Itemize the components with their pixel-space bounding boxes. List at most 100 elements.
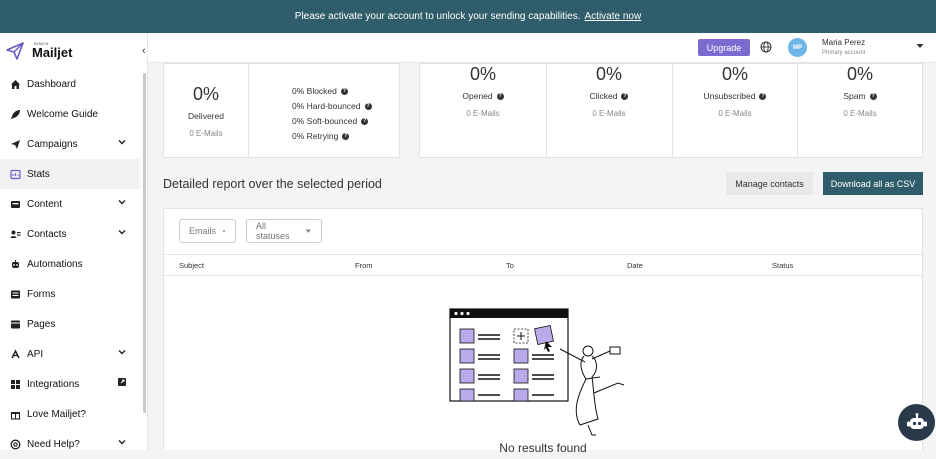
help-icon[interactable]: ? bbox=[621, 92, 629, 100]
home-icon bbox=[9, 78, 21, 90]
sidebar-item-api[interactable]: API bbox=[0, 339, 140, 369]
unsubscribed-percent: 0% bbox=[721, 64, 748, 84]
contacts-icon bbox=[9, 228, 21, 240]
sidebar-item-label: Pages bbox=[27, 318, 56, 330]
opened-label: Opened bbox=[462, 91, 493, 101]
sidebar-item-label: Content bbox=[27, 198, 63, 210]
unsubscribed-label: Unsubscribed bbox=[703, 91, 756, 101]
sidebar-item-label: Need Help? bbox=[27, 438, 80, 450]
mailjet-logo[interactable]: SINCH Mailjet bbox=[6, 41, 72, 60]
activate-now-link[interactable]: Activate now bbox=[585, 11, 642, 22]
unsubscribed-stat: 0% Unsubscribed? 0 E-Mails bbox=[672, 64, 798, 118]
avatar[interactable]: MP bbox=[788, 38, 807, 57]
sidebar-item-content[interactable]: Content bbox=[0, 189, 140, 219]
column-date[interactable]: Date bbox=[627, 261, 643, 270]
help-icon[interactable]: ? bbox=[342, 133, 350, 140]
engagement-card: 0% Opened? 0 E-Mails 0% Clicked? 0 E-Mai… bbox=[419, 63, 923, 158]
collapse-sidebar-icon[interactable]: ‹ bbox=[142, 45, 146, 57]
opened-percent: 0% bbox=[469, 64, 496, 84]
banner-text: Please activate your account to unlock y… bbox=[294, 11, 581, 22]
chevron-down-icon bbox=[118, 440, 126, 445]
column-to[interactable]: To bbox=[506, 261, 514, 270]
spam-count: 0 E-Mails bbox=[843, 109, 877, 118]
help-icon[interactable]: ? bbox=[340, 88, 348, 95]
chatbot-button[interactable] bbox=[898, 404, 935, 441]
delivered-stat: 0% Delivered 0 E-Mails bbox=[164, 84, 248, 138]
opened-count: 0 E-Mails bbox=[466, 109, 500, 118]
sidebar-item-need-help[interactable]: Need Help? bbox=[0, 429, 140, 459]
sidebar-item-label: Welcome Guide bbox=[27, 108, 98, 120]
help-icon[interactable]: ? bbox=[496, 92, 504, 100]
paper-plane-icon bbox=[9, 138, 21, 150]
help-icon[interactable]: ? bbox=[869, 92, 877, 100]
clicked-stat: 0% Clicked? 0 E-Mails bbox=[546, 64, 672, 118]
caret-down-icon bbox=[305, 229, 312, 233]
sidebar-scrollbar[interactable] bbox=[143, 73, 146, 413]
logo-sinch: SINCH bbox=[34, 41, 49, 46]
column-status[interactable]: Status bbox=[772, 261, 793, 270]
user-name[interactable]: Maria Perez bbox=[822, 38, 865, 47]
sidebar-item-love-mailjet[interactable]: Love Mailjet? bbox=[0, 399, 140, 429]
help-icon[interactable]: ? bbox=[361, 118, 369, 125]
manage-contacts-button[interactable]: Manage contacts bbox=[726, 172, 813, 195]
column-from[interactable]: From bbox=[355, 261, 373, 270]
content-icon bbox=[9, 198, 21, 210]
sidebar-item-campaigns[interactable]: Campaigns bbox=[0, 129, 140, 159]
spam-label: Spam bbox=[843, 91, 866, 101]
upgrade-button[interactable]: Upgrade bbox=[698, 39, 750, 56]
spam-stat: 0% Spam? 0 E-Mails bbox=[797, 64, 923, 118]
unsubscribed-count: 0 E-Mails bbox=[718, 109, 752, 118]
help-icon bbox=[9, 438, 21, 450]
automation-icon bbox=[9, 258, 21, 270]
stats-icon bbox=[9, 168, 21, 180]
paper-plane-logo-icon bbox=[6, 41, 24, 60]
sidebar-item-pages[interactable]: Pages bbox=[0, 309, 140, 339]
table-header: Subject From To Date Status bbox=[164, 254, 922, 276]
delivery-breakdown: 0% Blocked? 0% Hard-bounced? 0% Soft-bou… bbox=[292, 84, 372, 144]
sidebar-item-label: Automations bbox=[27, 258, 83, 270]
top-bar: Upgrade MP Maria Perez Primary account bbox=[148, 33, 936, 63]
delivered-label: Delivered bbox=[188, 111, 224, 121]
statuses-filter-label: All statuses bbox=[256, 221, 290, 241]
sidebar-item-forms[interactable]: Forms bbox=[0, 279, 140, 309]
clicked-percent: 0% bbox=[595, 64, 622, 84]
chevron-down-icon bbox=[118, 200, 126, 205]
globe-icon[interactable] bbox=[760, 41, 772, 53]
integrations-icon bbox=[9, 378, 21, 390]
download-csv-button[interactable]: Download all as CSV bbox=[823, 172, 923, 195]
no-results-text: No results found bbox=[499, 441, 587, 455]
report-title: Detailed report over the selected period bbox=[163, 177, 382, 191]
api-icon bbox=[9, 348, 21, 360]
sidebar-item-contacts[interactable]: Contacts bbox=[0, 219, 140, 249]
statuses-filter[interactable]: All statuses bbox=[246, 219, 322, 243]
sidebar-item-integrations[interactable]: Integrations bbox=[0, 369, 140, 399]
help-icon[interactable]: ? bbox=[364, 103, 372, 110]
emails-filter[interactable]: Emails bbox=[179, 219, 236, 243]
sidebar-item-dashboard[interactable]: Dashboard bbox=[0, 69, 140, 99]
clicked-label: Clicked bbox=[589, 91, 618, 101]
account-caret-icon[interactable] bbox=[916, 43, 924, 49]
sidebar-item-label: Love Mailjet? bbox=[27, 408, 86, 420]
empty-state-illustration bbox=[449, 308, 625, 436]
pages-icon bbox=[9, 318, 21, 330]
chevron-down-icon bbox=[118, 140, 126, 145]
report-panel: Emails All statuses Subject From To Date… bbox=[163, 208, 923, 455]
sidebar-item-label: Campaigns bbox=[27, 138, 78, 150]
emails-filter-label: Emails bbox=[189, 226, 217, 236]
sidebar-item-label: API bbox=[27, 348, 44, 360]
sidebar-item-label: Integrations bbox=[27, 378, 80, 390]
delivered-card: 0% Delivered 0 E-Mails 0% Blocked? 0% Ha… bbox=[163, 63, 400, 158]
chevron-down-icon bbox=[118, 350, 126, 355]
forms-icon bbox=[9, 288, 21, 300]
sidebar-item-welcome-guide[interactable]: Welcome Guide bbox=[0, 99, 140, 129]
column-subject[interactable]: Subject bbox=[179, 261, 204, 270]
chevron-down-icon bbox=[118, 230, 126, 235]
blocked-rate: 0% Blocked bbox=[292, 86, 337, 96]
sidebar-item-label: Stats bbox=[27, 168, 50, 180]
gift-icon bbox=[9, 408, 21, 420]
retrying-rate: 0% Retrying bbox=[292, 131, 339, 141]
sidebar-item-automations[interactable]: Automations bbox=[0, 249, 140, 279]
sidebar-item-stats[interactable]: Stats bbox=[0, 159, 140, 189]
opened-stat: 0% Opened? 0 E-Mails bbox=[420, 64, 546, 118]
help-icon[interactable]: ? bbox=[759, 92, 767, 100]
